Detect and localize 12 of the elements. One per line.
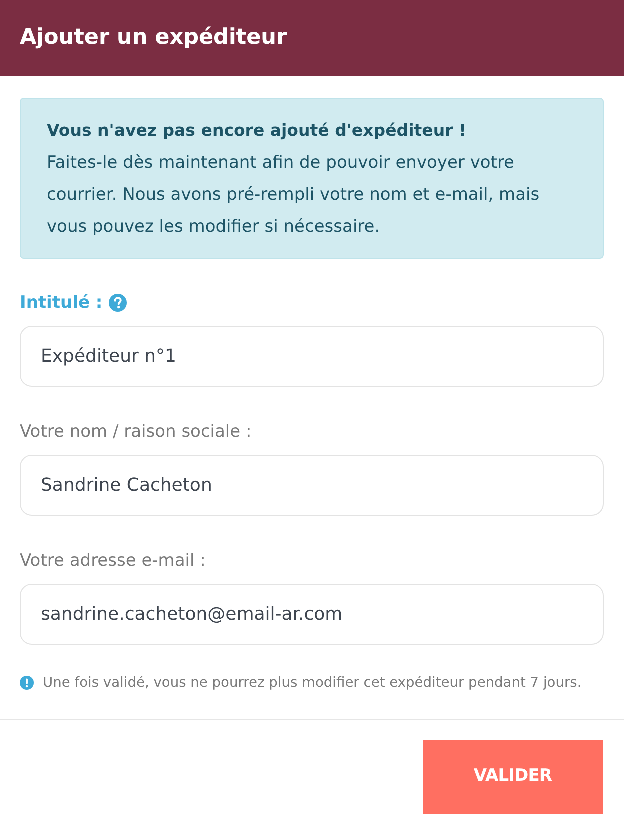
input-field[interactable]: sandrine.cacheton@email-ar.com	[20, 584, 604, 645]
field-label: Votre nom / raison sociale :	[20, 421, 252, 444]
info-icon	[20, 676, 34, 690]
warning-note: Une fois validé, vous ne pourrez plus modifier cet expéditeur pendant 7 jours.	[43, 674, 582, 693]
dialog-title: Ajouter un expéditeur	[20, 27, 288, 49]
alert-title: Vous n'avez pas encore ajouté d'expéditeur !	[47, 120, 466, 142]
field-label: Intitulé :	[20, 292, 103, 315]
input-field[interactable]: Expéditeur n°1	[20, 326, 604, 387]
alert-text: Faites-le dès maintenant afin de pouvoir envoyer votre courrier. Nous avons pré-rempli votre nom et e-mail, mais vous pouvez les modifier si nécessaire.	[47, 152, 541, 239]
help-icon[interactable]	[108, 294, 127, 312]
input-field[interactable]: Sandrine Cacheton	[20, 455, 604, 516]
field-label: Votre adresse e-mail :	[20, 550, 206, 573]
